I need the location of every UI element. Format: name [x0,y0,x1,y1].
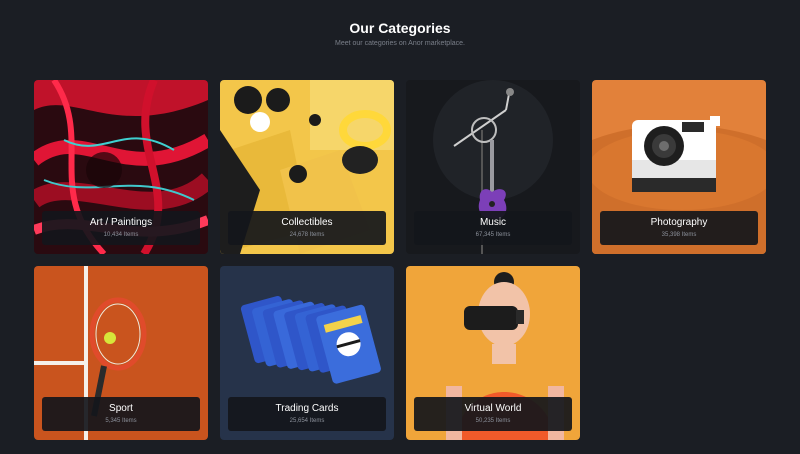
category-label: Music 67,345 Items [414,211,572,245]
category-count: 10,434 Items [103,232,139,238]
category-count: 25,654 Items [289,418,325,424]
category-label: Virtual World 50,235 Items [414,397,572,431]
category-label: Photography 35,398 Items [600,211,758,245]
category-title: Virtual World [464,403,522,414]
category-label: Collectibles 24,678 Items [228,211,386,245]
category-title: Music [479,217,507,228]
page-subtitle: Meet our categories on Anor marketplace. [335,40,465,47]
category-title: Photography [650,217,708,228]
category-count: 24,678 Items [289,232,325,238]
category-label: Art / Paintings 10,434 Items [42,211,200,245]
category-count: 35,398 Items [661,232,697,238]
category-card-photography[interactable]: Photography 35,398 Items [592,80,766,254]
category-card-art-paintings[interactable]: Art / Paintings 10,434 Items [34,80,208,254]
categories-page: Our Categories Meet our categories on An… [0,0,800,454]
page-title: Our Categories [349,20,451,36]
category-title: Trading Cards [275,403,339,414]
category-card-sport[interactable]: Sport 5,345 Items [34,266,208,440]
category-count: 50,235 Items [475,418,511,424]
category-count: 5,345 Items [105,418,137,424]
category-label: Trading Cards 25,654 Items [228,397,386,431]
category-label: Sport 5,345 Items [42,397,200,431]
category-card-virtual-world[interactable]: Virtual World 50,235 Items [406,266,580,440]
category-title: Collectibles [281,217,333,228]
category-count: 67,345 Items [475,232,511,238]
category-title: Sport [109,403,133,414]
category-card-music[interactable]: Music 67,345 Items [406,80,580,254]
category-title: Art / Paintings [89,217,153,228]
category-card-trading-cards[interactable]: Trading Cards 25,654 Items [220,266,394,440]
category-card-collectibles[interactable]: Collectibles 24,678 Items [220,80,394,254]
